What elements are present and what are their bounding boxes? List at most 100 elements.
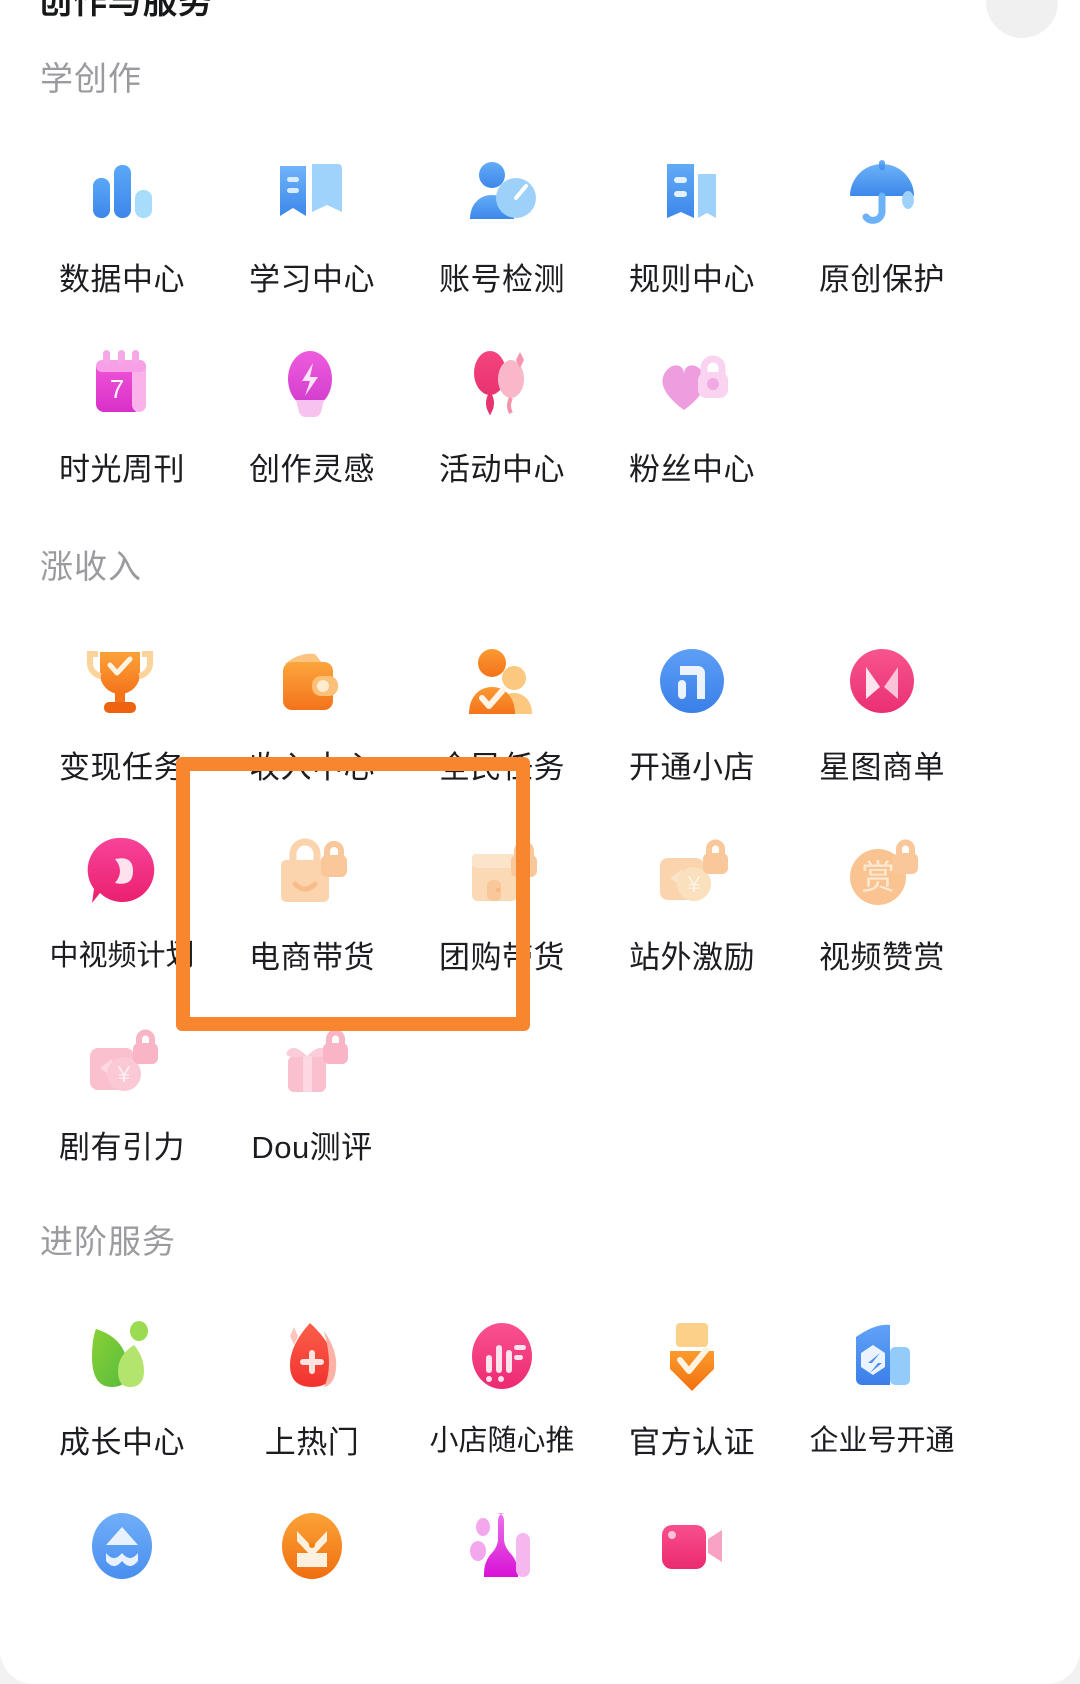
tile-growth-center[interactable]: 成长中心 <box>27 1293 217 1483</box>
section-learn-create: 学创作 数据中心 学习中心 账号检测 规则中心 原创保护 7 时光周刊 创作灵感… <box>0 52 1080 510</box>
verified-badge-icon <box>646 1311 738 1403</box>
tile-label: 电商带货 <box>249 940 375 975</box>
tile-label: 星图商单 <box>819 750 945 785</box>
section-advanced-services: 进阶服务 成长中心 上热门 小店随心推 官方认证 企业号开通 <box>0 1215 1080 1673</box>
tile-shop-promote[interactable]: 小店随心推 <box>407 1293 597 1483</box>
shop-badge-icon <box>646 636 738 728</box>
leaf-growth-icon <box>76 1311 168 1403</box>
tile-enterprise-account[interactable]: 企业号开通 <box>787 1293 977 1483</box>
svg-text:¥: ¥ <box>687 872 701 897</box>
tile-label: 上热门 <box>264 1425 360 1460</box>
tile-fans-center[interactable]: 粉丝中心 <box>597 320 787 510</box>
tile-rules-center[interactable]: 规则中心 <box>597 130 787 320</box>
lightbulb-icon <box>266 338 358 430</box>
tile-monetize-task[interactable]: 变现任务 <box>27 618 217 808</box>
tile-label: 学习中心 <box>249 262 375 297</box>
tile-account-check[interactable]: 账号检测 <box>407 130 597 320</box>
bar-chart-icon <box>76 148 168 240</box>
trophy-icon <box>76 636 168 728</box>
tile-label: 时光周刊 <box>59 452 185 487</box>
avatar-circle-icon[interactable] <box>986 0 1058 38</box>
section-title-grow-income: 涨收入 <box>40 548 142 585</box>
section-title-advanced-services: 进阶服务 <box>40 1223 176 1260</box>
tile-activity-center[interactable]: 活动中心 <box>407 320 597 510</box>
tile-original-protection[interactable]: 原创保护 <box>787 130 977 320</box>
tile-creation-inspiration[interactable]: 创作灵感 <box>217 320 407 510</box>
grid-advanced-services: 成长中心 上热门 小店随心推 官方认证 企业号开通 <box>27 1293 1080 1673</box>
shopping-bag-icon <box>266 826 358 918</box>
account-check-icon <box>456 148 548 240</box>
tile-bottle-pink[interactable] <box>407 1483 597 1673</box>
tile-dou-review[interactable]: Dou测评 <box>217 998 407 1188</box>
section-title-learn-create: 学创作 <box>40 60 142 97</box>
bottle-pink-icon <box>456 1501 548 1593</box>
tile-label: 原创保护 <box>819 262 945 297</box>
wallet-icon <box>266 636 358 728</box>
balloons-icon <box>456 338 548 430</box>
gift-box-icon <box>266 1016 358 1108</box>
tile-label: 开通小店 <box>629 750 755 785</box>
tile-label: 规则中心 <box>629 262 755 297</box>
tile-mid-video-plan[interactable]: 中视频计划 <box>27 808 217 998</box>
rules-doc-icon <box>646 148 738 240</box>
tile-video-camera[interactable] <box>597 1483 787 1673</box>
tile-label: 收入中心 <box>249 750 375 785</box>
umbrella-icon <box>836 148 928 240</box>
open-book-icon <box>266 148 358 240</box>
calendar-icon: 7 <box>76 338 168 430</box>
people-check-icon <box>456 636 548 728</box>
mail-orange-icon <box>266 1501 358 1593</box>
tile-label: 活动中心 <box>439 452 565 487</box>
tile-label: Dou测评 <box>251 1130 373 1165</box>
tile-label: 剧有引力 <box>59 1130 185 1165</box>
tile-learning-center[interactable]: 学习中心 <box>217 130 407 320</box>
cloud-upload-icon <box>76 1501 168 1593</box>
tile-cloud-upload[interactable] <box>27 1483 217 1673</box>
storefront-icon <box>456 826 548 918</box>
star-map-icon <box>836 636 928 728</box>
grid-learn-create: 数据中心 学习中心 账号检测 规则中心 原创保护 7 时光周刊 创作灵感 活动中… <box>27 130 1080 510</box>
tile-label: 创作灵感 <box>249 452 375 487</box>
tile-income-center[interactable]: 收入中心 <box>217 618 407 808</box>
tile-drama-gravity[interactable]: ¥ 剧有引力 <box>27 998 217 1188</box>
svg-text:7: 7 <box>110 374 124 404</box>
tile-open-shop[interactable]: 开通小店 <box>597 618 787 808</box>
svg-text:赏: 赏 <box>861 859 895 897</box>
tile-label: 中视频计划 <box>49 940 195 972</box>
tile-trending[interactable]: 上热门 <box>217 1293 407 1483</box>
tile-label: 数据中心 <box>59 262 185 297</box>
tile-label: 官方认证 <box>629 1425 755 1460</box>
tile-label: 粉丝中心 <box>629 452 755 487</box>
video-camera-icon <box>646 1501 738 1593</box>
tile-data-center[interactable]: 数据中心 <box>27 130 217 320</box>
offsite-yuan-icon: ¥ <box>646 826 738 918</box>
tile-time-weekly[interactable]: 7 时光周刊 <box>27 320 217 510</box>
tile-ecommerce-selling[interactable]: 电商带货 <box>217 808 407 998</box>
drama-yuan-icon: ¥ <box>76 1016 168 1108</box>
tile-label: 企业号开通 <box>809 1425 955 1457</box>
tile-label: 成长中心 <box>59 1425 185 1460</box>
tile-official-verification[interactable]: 官方认证 <box>597 1293 787 1483</box>
tile-label: 站外激励 <box>629 940 755 975</box>
tile-label: 全民任务 <box>439 750 565 785</box>
section-grow-income: 涨收入 变现任务 收入中心 全民任务 开通小店 星图商单 中视频计划 电商带货 … <box>0 540 1080 1188</box>
page-title: 创作与服务 <box>38 0 213 21</box>
tile-label: 小店随心推 <box>429 1425 575 1457</box>
enterprise-icon <box>836 1311 928 1403</box>
tile-label: 变现任务 <box>59 750 185 785</box>
grid-grow-income: 变现任务 收入中心 全民任务 开通小店 星图商单 中视频计划 电商带货 团购带货… <box>27 618 1080 1188</box>
tile-mail-orange[interactable] <box>217 1483 407 1673</box>
video-play-icon <box>76 826 168 918</box>
tile-label: 团购带货 <box>439 940 565 975</box>
tile-video-reward[interactable]: 赏 视频赞赏 <box>787 808 977 998</box>
fans-heart-icon <box>646 338 738 430</box>
tile-label: 账号检测 <box>439 262 565 297</box>
flame-plus-icon <box>266 1311 358 1403</box>
tile-group-buy-selling[interactable]: 团购带货 <box>407 808 597 998</box>
tile-label: 视频赞赏 <box>819 940 945 975</box>
tile-star-map-order[interactable]: 星图商单 <box>787 618 977 808</box>
tile-all-people-task[interactable]: 全民任务 <box>407 618 597 808</box>
creator-service-page: 创作与服务 学创作 数据中心 学习中心 账号检测 规则中心 原创保护 7 时光周… <box>0 0 1080 1684</box>
svg-text:¥: ¥ <box>117 1062 131 1087</box>
tile-offsite-incentive[interactable]: ¥ 站外激励 <box>597 808 787 998</box>
